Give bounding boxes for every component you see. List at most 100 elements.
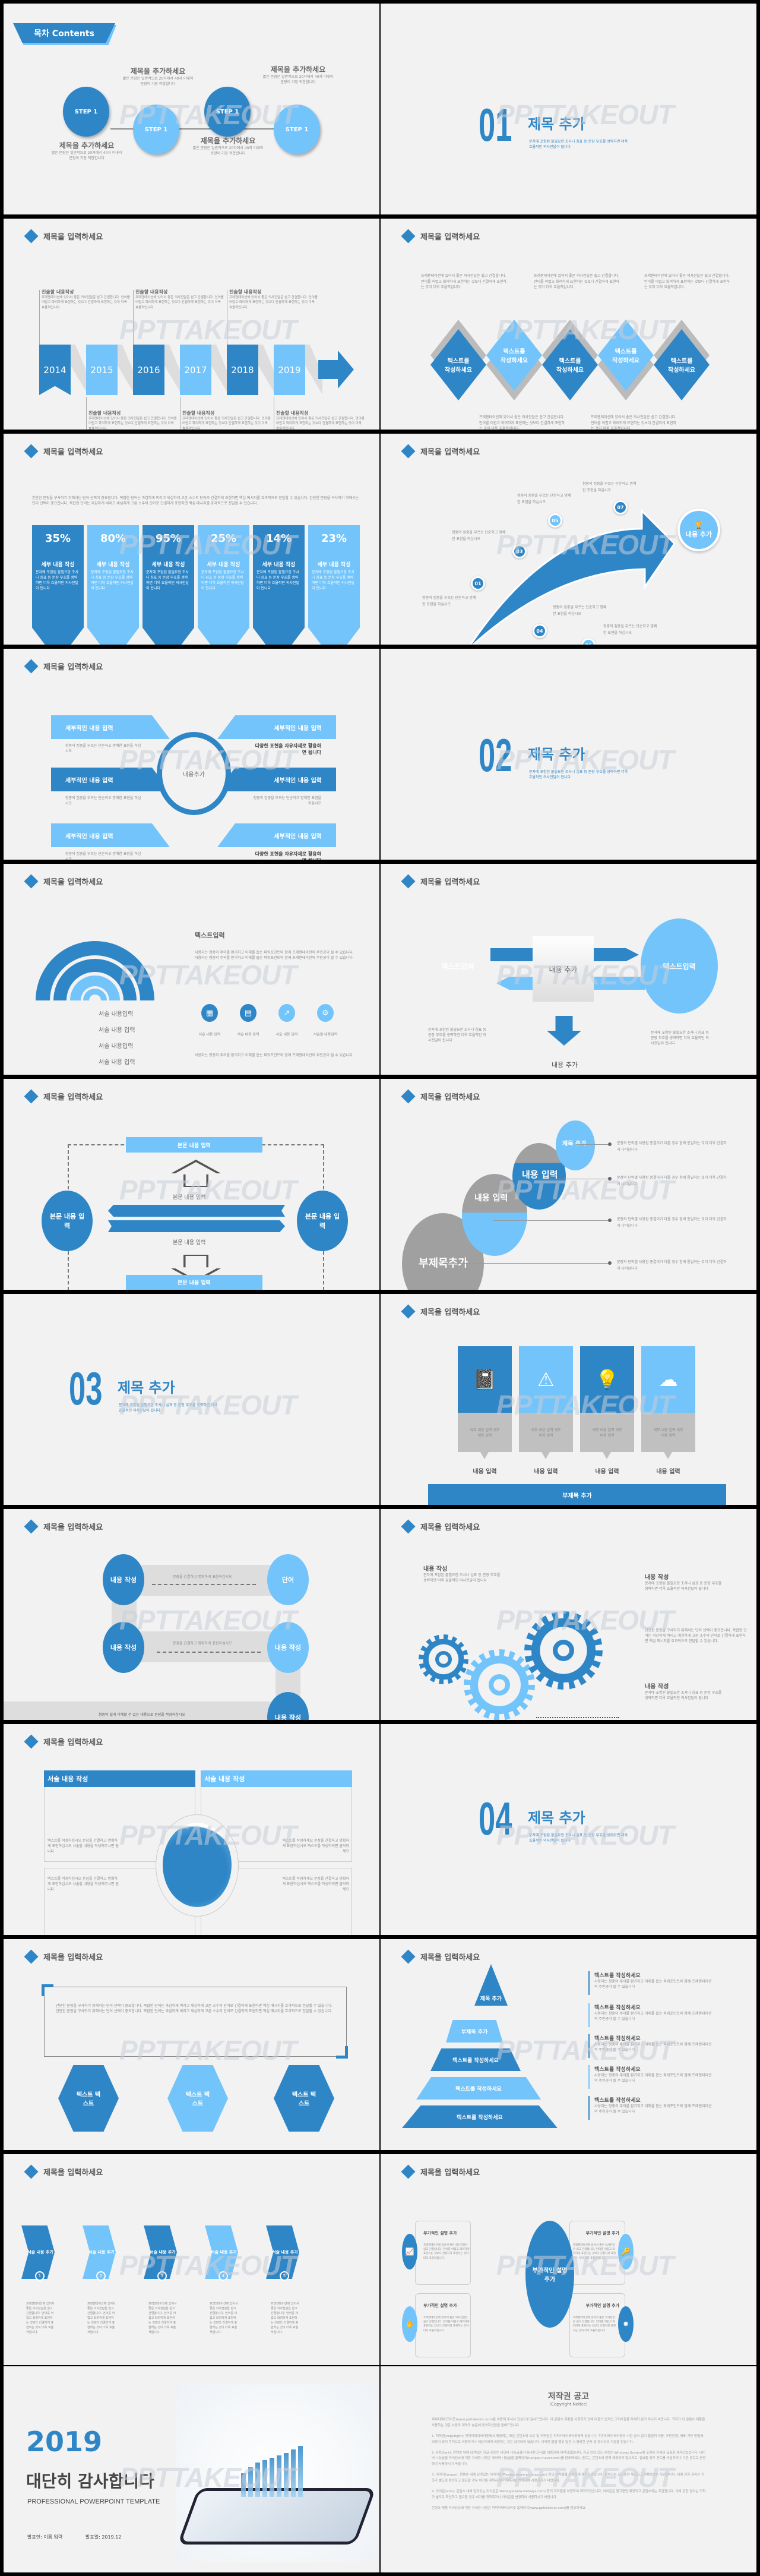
- cloud-icon[interactable]: ☁: [641, 1346, 695, 1413]
- step-marker[interactable]: 03: [512, 544, 527, 558]
- slide-timeline[interactable]: 제목을 입력하세요 2014 진술할 내용작성 프레젠테이션에 있어서 좋은 의사전…: [4, 219, 379, 430]
- slide-flow[interactable]: 제목을 입력하세요 내용 작성 단어 내용 작성 내용 작성 내용 작성 문장을…: [4, 1509, 379, 1720]
- flow-node[interactable]: 내용 작성: [267, 1692, 309, 1720]
- center-box[interactable]: 내용 추가: [533, 936, 594, 1002]
- item-title: 텍스트를 작성하세요: [594, 2067, 641, 2073]
- pyramid-level[interactable]: 텍스트를 작성하세요: [430, 2048, 521, 2071]
- diamond-card[interactable]: 텍스트를 작성하세요: [542, 329, 598, 400]
- flow-right-arrow: [157, 1652, 261, 1653]
- step-marker[interactable]: 04: [533, 624, 547, 638]
- percent-card[interactable]: 14% 세부 내용 작성 문자에 포함된 불필요한 조사나 심표 등 문장 부호를 …: [253, 525, 305, 645]
- right-bar: [108, 1220, 285, 1232]
- slide-section-01[interactable]: 01 제목 추가 문자에 포함된 불필요한 조사나 심표 등 문장 부호를 생략하…: [381, 4, 756, 214]
- footer-bar[interactable]: 부제목 추가: [428, 1484, 726, 1505]
- slide-chevrons[interactable]: 제목을 입력하세요 서술 내용 추가 1 프레젠테이션에 있어서 좋은 의사전달은 …: [4, 2154, 379, 2365]
- hexagon[interactable]: 텍스트 텍스트: [58, 2065, 119, 2132]
- diamond-card[interactable]: 텍스트를 작성하세요: [654, 329, 710, 400]
- slide-percentages[interactable]: 제목을 입력하세요 간단한 문장을 구사하기 위해서는 단어 선택이 중요합니다…: [4, 434, 379, 645]
- slide-bubbles[interactable]: 제목을 입력하세요 제목 추가 내용 입력 내용 입력 부제목추가 문장의 단락…: [381, 1079, 756, 1290]
- diamond-card[interactable]: 텍스트를 작성하세요: [598, 320, 654, 391]
- center-circle[interactable]: 부가적인 설명 추가: [525, 2221, 574, 2328]
- diamond-card[interactable]: 텍스트를 작성하세요: [430, 329, 486, 400]
- flow-band: [139, 1631, 276, 1662]
- step-marker[interactable]: 07: [613, 500, 628, 514]
- year-box[interactable]: 2017: [180, 345, 211, 395]
- slide-cycle[interactable]: 제목을 입력하세요 본문 내용 입력 본문 내용 입력 본문 내용 입력 본문 …: [4, 1079, 379, 1290]
- gear-item-title: 내용 작성: [645, 1574, 669, 1581]
- slide-section-04[interactable]: 04 제목 추가 문자에 포함된 불필요한 조사나 심표 등 문장 부호를 생략…: [381, 1724, 756, 1935]
- step-circle[interactable]: STEP 1: [133, 105, 179, 154]
- slide-rainbow[interactable]: 제목을 입력하세요 서술 내용입력 서술 내용 입력 서술 내용입력 서술 내용…: [4, 864, 379, 1075]
- right-circle[interactable]: 본문 내용 입력: [297, 1191, 348, 1251]
- slide-section-02[interactable]: 02 제목 추가 문자에 포함된 불필요한 조사나 심표 등 문장 부호를 생략…: [381, 649, 756, 860]
- hub-desc-right: 다양한 표현을 자유자재로 활용하면 됩니다: [255, 743, 321, 755]
- hub-item-left[interactable]: 세부적인 내용 입력: [51, 715, 170, 739]
- slide-globe[interactable]: 제목을 입력하세요 서술 내용 작성 서술 내용 작성 서술 내용 작성 서술 …: [4, 1724, 379, 1935]
- hexagon[interactable]: 텍스트 텍스트: [167, 2065, 228, 2132]
- percent-card[interactable]: 80% 세부 내용 작성 문자에 포함된 불필요한 조사나 심표 등 문장 부호를 …: [87, 525, 139, 645]
- step-circle[interactable]: STEP 1: [204, 87, 251, 137]
- year-box[interactable]: 2014: [39, 345, 71, 395]
- step-circle[interactable]: STEP 1: [63, 87, 109, 137]
- slide-hexagons[interactable]: 제목을 입력하세요 간단한 문장을 구사하기 위해서는 단어 선택이 중요합니다…: [4, 1939, 379, 2150]
- year-box[interactable]: 2016: [133, 345, 164, 395]
- hub-item-right[interactable]: 세부적인 내용 입력: [217, 715, 336, 739]
- slide-hub[interactable]: 제목을 입력하세요 세부적인 내용 입력 세부적인 내용 입력 청중의 집중을 부르…: [4, 649, 379, 860]
- bottom-bar-label[interactable]: 본문 내용 입력: [126, 1275, 262, 1289]
- hexagon[interactable]: 텍스트 텍스트: [274, 2065, 334, 2132]
- year-box[interactable]: 2018: [227, 345, 258, 395]
- percent-card[interactable]: 25% 세부 내용 작성 문자에 포함된 불필요한 조사나 심표 등 문장 부호를 …: [198, 525, 249, 645]
- percent-card[interactable]: 35% 세부 내용 작성 문자에 포함된 불필요한 조사나 심표 등 문장 부호를 …: [32, 525, 84, 645]
- slide-pyramid[interactable]: 제목을 입력하세요 제목 추가 텍스트를 작성하세요 사용자는 청중의 주의를 환기…: [381, 1939, 756, 2150]
- pyramid-level[interactable]: 부제목 추가: [446, 2020, 503, 2043]
- step-heading: 제목을 추가하세요: [59, 141, 115, 150]
- card-pointer: [664, 1452, 672, 1459]
- percent-card[interactable]: 95% 세부 내용 작성 문자에 포함된 불필요한 조사나 심표 등 문장 부호를 …: [142, 525, 194, 645]
- year-box[interactable]: 2019: [274, 345, 305, 395]
- step-marker[interactable]: 05: [548, 513, 562, 528]
- flow-node[interactable]: 내용 작성: [267, 1622, 309, 1673]
- percent-card[interactable]: 23% 세부 내용 작성 문자에 포함된 불필요한 조사나 심표 등 문장 부호를 …: [308, 525, 360, 645]
- slide-growth-arrow[interactable]: 제목을 입력하세요 🏆 내용 추가 01 청중의 집중을 부르는 단순하고 명쾌한 …: [381, 434, 756, 645]
- flow-node[interactable]: 단어: [267, 1554, 309, 1605]
- chart-bar: [262, 2460, 267, 2497]
- bubble-label: 부제목추가: [419, 1257, 468, 1270]
- pyramid-level[interactable]: 텍스트를 작성하세요: [402, 2105, 558, 2128]
- diamond-card[interactable]: 텍스트를 작성하세요: [486, 320, 542, 391]
- slide-ending[interactable]: 2019 대단히 감사합니다 PROFESSIONAL POWERPOINT T…: [4, 2366, 379, 2572]
- left-circle[interactable]: 본문 내용 입력: [42, 1191, 93, 1251]
- year-box[interactable]: 2015: [86, 345, 118, 395]
- notebook-icon[interactable]: 📓: [458, 1346, 512, 1413]
- right-circle[interactable]: 텍스트입력: [641, 918, 718, 1014]
- quad-title: 부가적인 설명 추가: [423, 2231, 457, 2236]
- hub-item-right[interactable]: 세부적인 내용 입력: [217, 823, 336, 847]
- warning-icon[interactable]: ⚠: [519, 1346, 573, 1413]
- hub-center[interactable]: 내용추가: [157, 732, 231, 815]
- lightbulb-icon[interactable]: 💡: [580, 1346, 634, 1413]
- step-marker[interactable]: 01: [471, 576, 485, 591]
- slide-icon-cards[interactable]: 제목을 입력하세요 📓 세부 내용 입력 세부 내용 입력 내용 입력 ⚠ 세부 내용 …: [381, 1294, 756, 1505]
- frame-text: 간단한 문장을 구사하기 위해서는 단어 선택이 중요합니다. 복잡한 단어는 …: [56, 2004, 332, 2013]
- top-bar[interactable]: 본문 내용 입력: [126, 1137, 262, 1153]
- hub-item-left[interactable]: 세부적인 내용 입력: [51, 823, 170, 847]
- hub-item-left[interactable]: 세부적인 내용 입력: [51, 768, 170, 791]
- pyramid-level[interactable]: 제목 추가: [474, 1964, 508, 2006]
- hub-item-right[interactable]: 세부적인 내용 입력: [217, 768, 336, 791]
- pyramid-level[interactable]: 텍스트를 작성하세요: [416, 2077, 541, 2100]
- slide-quad[interactable]: 제목을 입력하세요 📈 부가적인 설명 추가 프레젠테이션에 있어서 좋은 의사전달…: [381, 2154, 756, 2365]
- goal-circle[interactable]: 🏆 내용 추가: [677, 509, 720, 551]
- bottom-bar[interactable]: [126, 1289, 262, 1290]
- slide-exchange[interactable]: 제목을 입력하세요 텍스트입력 텍스트입력 내용 추가 내용 추가 문자에 포함…: [381, 864, 756, 1075]
- slide-copyright[interactable]: 저작권 공고 (Copyright Notice) 피피티테이크아웃(www.p…: [381, 2366, 756, 2572]
- flow-node[interactable]: 내용 작성: [103, 1554, 144, 1605]
- slide-contents[interactable]: 목차 Contents STEP 1 STEP 1 STEP 1 STEP 1 …: [4, 4, 379, 214]
- step-circle[interactable]: STEP 1: [274, 105, 320, 154]
- slide-section-03[interactable]: 03 제목 추가 문자에 포함된 불필요한 조사나 심표 등 문장 부호를 생략…: [4, 1294, 379, 1505]
- slide-gears[interactable]: 제목을 입력하세요 내용 작성 문자에 포함된 불필요한 조사나 심표 등 문장 …: [381, 1509, 756, 1720]
- step-heading: 제목을 추가하세요: [200, 137, 256, 145]
- diamond-icon: [24, 229, 39, 244]
- left-circle[interactable]: 텍스트입력: [419, 918, 496, 1014]
- slide-diamonds[interactable]: 제목을 입력하세요 텍스트를 작성하세요 텍스트를 작성하세요 텍스트를 작성하세요…: [381, 219, 756, 430]
- icon-label: 서술 내용 입력: [198, 1033, 221, 1037]
- flow-node[interactable]: 내용 작성: [103, 1622, 144, 1673]
